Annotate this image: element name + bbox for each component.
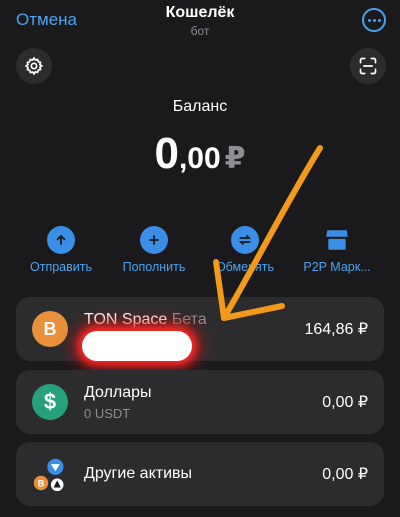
balance-integer: 0 (154, 129, 179, 178)
asset-value: 164,86 ₽ (304, 321, 368, 338)
asset-subtitle: 0 USDT (84, 406, 131, 421)
p2p-market-button[interactable]: P2P Марк... (292, 226, 382, 274)
asset-name: TON Space Бета (84, 311, 207, 328)
balance-amount: 0,00 ₽ (0, 124, 400, 194)
redaction-mark (82, 331, 192, 361)
send-button[interactable]: Отправить (16, 226, 106, 274)
asset-value: 0,00 ₽ (322, 466, 368, 483)
p2p-market-label: P2P Марк... (303, 260, 371, 274)
action-bar: Отправить Пополнить Обменять P2P Марк... (0, 226, 400, 282)
coin-b-icon: B (32, 311, 68, 347)
page-title: Кошелёк (165, 4, 235, 21)
multi-coin-icon: B (32, 456, 68, 492)
dollar-icon: $ (32, 384, 68, 420)
scan-qr-button[interactable] (350, 48, 386, 84)
asset-name: Другие активы (84, 465, 193, 482)
asset-card-dollars[interactable]: $ Доллары 0 USDT 0,00 ₽ (16, 370, 384, 434)
top-up-label: Пополнить (122, 260, 186, 274)
exchange-label: Обменять (215, 260, 275, 274)
more-options-button[interactable] (362, 8, 386, 32)
asset-card-other[interactable]: B Другие активы 0,00 ₽ (16, 442, 384, 506)
settings-button[interactable] (16, 48, 52, 84)
plus-icon (140, 226, 168, 254)
more-horizontal-icon (367, 18, 371, 22)
send-label: Отправить (30, 260, 92, 274)
top-up-button[interactable]: Пополнить (109, 226, 199, 274)
arrow-up-icon (47, 226, 75, 254)
balance-currency: ₽ (224, 142, 246, 175)
title-block: Кошелёк бот (0, 4, 400, 38)
header-bar: Отмена Кошелёк бот (0, 0, 400, 48)
page-subtitle: бот (190, 24, 210, 38)
swap-icon (231, 226, 259, 254)
svg-text:B: B (38, 479, 45, 489)
qr-scan-icon (359, 57, 377, 75)
balance-label: Баланс (172, 98, 228, 115)
store-icon (323, 226, 351, 254)
exchange-button[interactable]: Обменять (200, 226, 290, 274)
asset-name: Доллары (84, 384, 152, 401)
beta-badge: Бета (171, 311, 207, 328)
asset-value: 0,00 ₽ (322, 394, 368, 411)
asset-card-ton-space[interactable]: B TON Space Бета 164,86 ₽ (16, 297, 384, 361)
balance-decimal: ,00 (178, 142, 221, 175)
gear-icon (24, 56, 44, 76)
